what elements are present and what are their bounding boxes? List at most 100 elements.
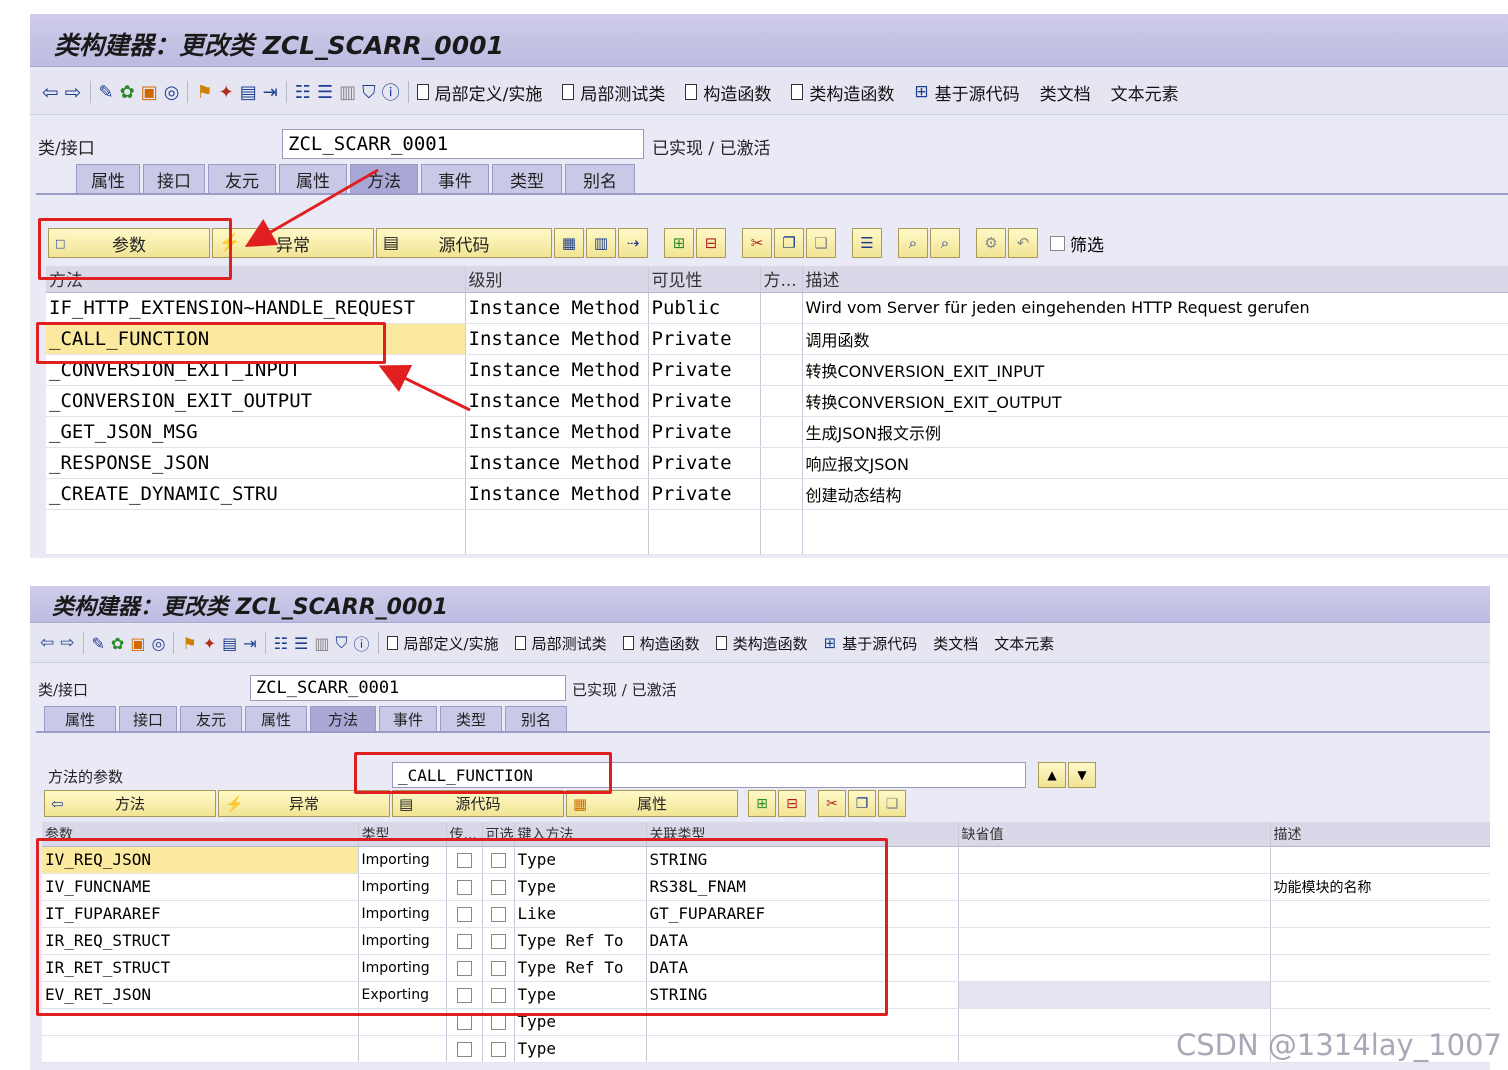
stack-icon[interactable]: ☰ [294, 634, 308, 653]
copy-icon[interactable]: ❐ [848, 790, 876, 817]
check-icon[interactable]: ▣ [141, 82, 158, 103]
text-elements-button[interactable]: 文本元素 [1111, 80, 1179, 105]
hierarchy-icon[interactable]: ⚑ [182, 634, 196, 653]
tab-aliases[interactable]: 别名 [505, 706, 567, 731]
tab-events[interactable]: 事件 [379, 706, 437, 731]
navigate-icon[interactable]: ⇥ [243, 634, 256, 653]
method-level[interactable]: Instance Method [465, 354, 649, 386]
wand-icon[interactable]: ✦ [203, 634, 216, 653]
optional-cell[interactable] [482, 1035, 515, 1063]
empty-cell[interactable] [648, 509, 761, 555]
method-visibility[interactable]: Private [648, 323, 761, 355]
method-visibility[interactable]: Private [648, 385, 761, 417]
empty-cell[interactable] [465, 509, 649, 555]
delete-row-icon[interactable]: ⊟ [696, 228, 726, 258]
method-button[interactable]: ⇦ 方法 [44, 790, 216, 817]
list-icon[interactable]: ▥ [314, 634, 329, 653]
method-name[interactable]: IF_HTTP_EXTENSION~HANDLE_REQUEST [46, 292, 466, 324]
default-value[interactable] [958, 981, 1271, 1009]
hierarchy-icon[interactable]: ⚑ [196, 82, 212, 103]
col-description[interactable]: 描述 [1270, 822, 1490, 847]
find-icon[interactable]: ⌕ [898, 228, 928, 258]
activate-icon[interactable]: ✿ [111, 634, 124, 653]
method-level[interactable]: Instance Method [465, 416, 649, 448]
source-code-button[interactable]: ▤ 源代码 [392, 790, 564, 817]
local-definitions-button[interactable]: 局部定义/实施 [386, 633, 499, 654]
forward-icon[interactable]: ⇨ [65, 80, 82, 104]
param-description[interactable] [1270, 900, 1490, 928]
exceptions-button[interactable]: ⚡ 异常 [212, 228, 374, 258]
copy-icon[interactable]: ❐ [774, 228, 804, 258]
param-name[interactable] [42, 1035, 359, 1063]
class-constructor-button[interactable]: 类构造函数 [791, 80, 894, 105]
class-constructor-button[interactable]: 类构造函数 [715, 633, 808, 654]
back-icon[interactable]: ⇦ [42, 80, 59, 104]
text-elements-button[interactable]: 文本元素 [994, 633, 1054, 654]
method-type-cell[interactable] [760, 478, 803, 510]
col-method-type[interactable]: 方... [760, 266, 803, 293]
default-value[interactable] [958, 873, 1271, 901]
method-description[interactable]: 调用函数 [802, 323, 1508, 355]
optional-checkbox[interactable] [490, 1042, 506, 1057]
display-change-icon[interactable]: ✎ [92, 634, 105, 653]
tab-attributes[interactable]: 属性 [44, 706, 116, 731]
method-level[interactable]: Instance Method [465, 385, 649, 417]
local-test-classes-button[interactable]: 局部测试类 [562, 80, 665, 105]
display-object-icon[interactable]: ▤ [222, 634, 237, 653]
filter-checkbox[interactable] [1050, 235, 1065, 251]
table-row[interactable]: _GET_JSON_MSG Instance Method Private 生成… [46, 416, 1508, 448]
tab-attributes-2[interactable]: 属性 [245, 706, 307, 731]
method-name[interactable]: _CREATE_DYNAMIC_STRU [46, 478, 466, 510]
method-description[interactable]: 创建动态结构 [802, 478, 1508, 510]
method-level[interactable]: Instance Method [465, 478, 649, 510]
default-value[interactable] [958, 900, 1271, 928]
undo-icon[interactable]: ↶ [1008, 228, 1038, 258]
info-icon[interactable]: ⓘ [382, 79, 400, 105]
method-description[interactable]: 生成JSON报文示例 [802, 416, 1508, 448]
method-visibility[interactable]: Public [648, 292, 761, 324]
param-description[interactable]: 功能模块的名称 [1270, 873, 1490, 901]
col-level[interactable]: 级别 [465, 266, 649, 293]
delete-row-icon[interactable]: ⊟ [778, 790, 806, 817]
export-icon[interactable]: ⇢ [618, 228, 648, 258]
default-value[interactable] [958, 846, 1271, 874]
col-visibility[interactable]: 可见性 [648, 266, 761, 293]
cut-icon[interactable]: ✂ [818, 790, 846, 817]
method-description[interactable]: 转换CONVERSION_EXIT_INPUT [802, 354, 1508, 386]
table-row[interactable]: _RESPONSE_JSON Instance Method Private 响… [46, 447, 1508, 479]
forward-icon[interactable]: ⇨ [60, 633, 74, 653]
method-name[interactable]: _CONVERSION_EXIT_OUTPUT [46, 385, 466, 417]
tab-events[interactable]: 事件 [421, 164, 489, 193]
method-type-cell[interactable] [760, 385, 803, 417]
empty-cell[interactable] [760, 509, 803, 555]
param-description[interactable] [1270, 927, 1490, 955]
prev-method-icon[interactable]: ▲ [1038, 762, 1066, 788]
where-used-icon[interactable]: ◎ [151, 634, 165, 653]
method-level[interactable]: Instance Method [465, 292, 649, 324]
tab-methods[interactable]: 方法 [350, 164, 418, 193]
pass-by-value-checkbox[interactable] [456, 1042, 472, 1057]
tab-methods[interactable]: 方法 [310, 706, 376, 731]
method-visibility[interactable]: Private [648, 447, 761, 479]
table-row[interactable]: _CREATE_DYNAMIC_STRU Instance Method Pri… [46, 478, 1508, 510]
table-row[interactable]: IF_HTTP_EXTENSION~HANDLE_REQUEST Instanc… [46, 292, 1508, 324]
filter-icon[interactable]: ⛉ [336, 633, 348, 653]
method-visibility[interactable]: Private [648, 354, 761, 386]
display-object-icon[interactable]: ▤ [240, 82, 257, 103]
tab-interfaces[interactable]: 接口 [143, 164, 205, 193]
navigate-icon[interactable]: ⇥ [263, 82, 278, 103]
tab-friends[interactable]: 友元 [208, 164, 276, 193]
cut-icon[interactable]: ✂ [742, 228, 772, 258]
method-type-cell[interactable] [760, 354, 803, 386]
method-type-cell[interactable] [760, 292, 803, 324]
paste-icon[interactable]: ❏ [806, 228, 836, 258]
typing-method[interactable]: Type [514, 1035, 647, 1063]
method-description[interactable]: 响应报文JSON [802, 447, 1508, 479]
display-change-icon[interactable]: ✎ [99, 82, 114, 103]
detail-icon[interactable]: ▦ [554, 228, 584, 258]
method-visibility[interactable]: Private [648, 478, 761, 510]
table-row[interactable] [46, 509, 1508, 555]
activate-icon[interactable]: ✿ [120, 82, 135, 103]
local-test-classes-button[interactable]: 局部测试类 [514, 633, 607, 654]
bottom-class-field[interactable]: ZCL_SCARR_0001 [250, 675, 566, 701]
